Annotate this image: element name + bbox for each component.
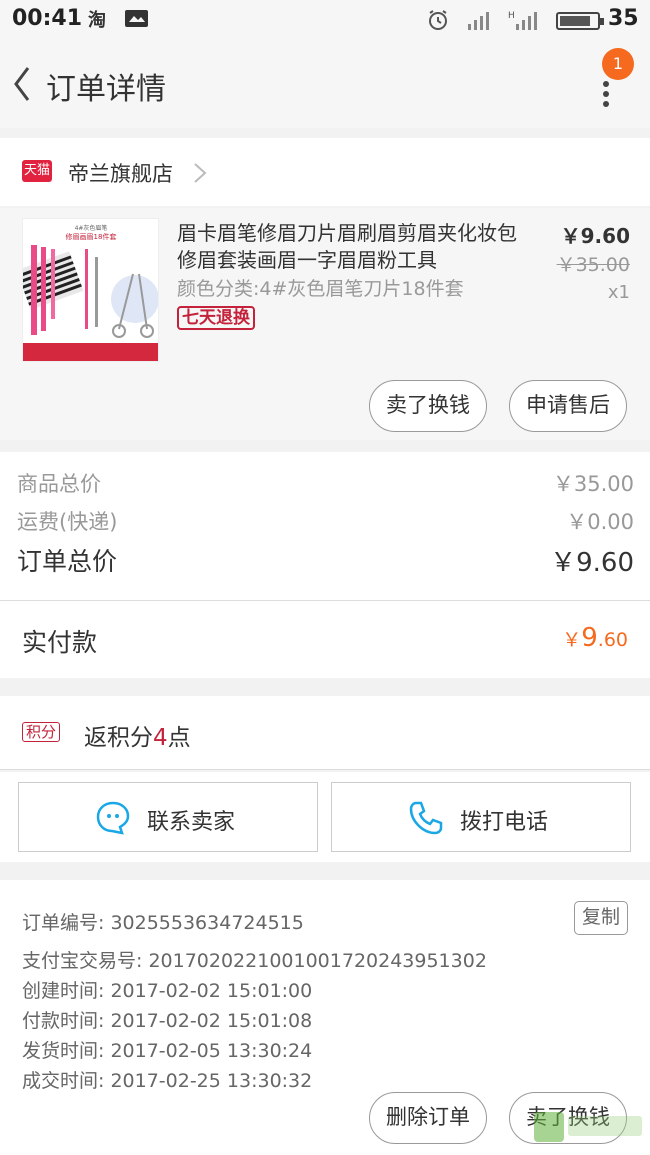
thumb-caption-main: 修眉画眉18件套 bbox=[66, 232, 117, 241]
product-price: ￥9.60 bbox=[560, 224, 630, 248]
order-totals: 商品总价 ￥35.00 运费(快递) ￥0.00 订单总价 ￥9.60 bbox=[0, 452, 650, 600]
goods-total-label: 商品总价 bbox=[17, 472, 101, 496]
message-notification-icon bbox=[124, 8, 150, 35]
contact-row: 联系卖家 拨打电话 bbox=[0, 772, 650, 862]
after-sale-button[interactable]: 申请售后 bbox=[509, 380, 627, 432]
paid-label: 实付款 bbox=[22, 628, 98, 657]
completed-time: 成交时间: 2017-02-25 13:30:32 bbox=[22, 1070, 313, 1092]
points-value: 4 bbox=[153, 725, 168, 751]
order-total-value: ￥9.60 bbox=[550, 548, 634, 578]
paid-amount: ￥9.60 bbox=[562, 623, 628, 653]
contact-seller-label: 联系卖家 bbox=[147, 810, 236, 835]
points-text: 返积分4点 bbox=[84, 718, 191, 752]
shop-name[interactable]: 帝兰旗舰店 bbox=[68, 158, 173, 188]
svg-text:H: H bbox=[508, 11, 515, 21]
product-spec: 颜色分类:4#灰色眉笔刀片18件套 bbox=[177, 278, 464, 300]
delete-order-button[interactable]: 删除订单 bbox=[369, 1092, 487, 1144]
chat-bubble-icon bbox=[95, 800, 131, 836]
paid-integer: 9 bbox=[581, 623, 598, 653]
svg-text:淘: 淘 bbox=[88, 9, 106, 30]
order-total-label: 订单总价 bbox=[17, 547, 118, 576]
order-info: 订单编号: 3025553634724515 复制 支付宝交易号: 201702… bbox=[0, 880, 650, 1092]
paid-time: 付款时间: 2017-02-02 15:01:08 bbox=[22, 1010, 313, 1032]
points-prefix: 返积分 bbox=[84, 725, 153, 751]
status-time: 00:41 bbox=[12, 6, 83, 31]
notification-badge: 1 bbox=[602, 48, 634, 80]
paid-currency: ￥ bbox=[562, 629, 582, 651]
seven-day-return-tag: 七天退换 bbox=[177, 306, 255, 330]
page-title: 订单详情 bbox=[46, 72, 166, 107]
product-quantity: x1 bbox=[607, 282, 630, 303]
product-original-price: ￥35.00 bbox=[556, 254, 630, 276]
signal-h-icon: H bbox=[508, 8, 548, 37]
shipping-label: 运费(快递) bbox=[17, 510, 118, 534]
sell-for-cash-button[interactable]: 卖了换钱 bbox=[369, 380, 487, 432]
product-item[interactable]: 4#灰色眉笔 修眉画眉18件套 眉卡眉笔修眉刀片眉刷眉剪眉夹化妆包修眉套装画眉一… bbox=[0, 208, 650, 440]
alipay-number: 支付宝交易号: 2017020221001001720243951302 bbox=[22, 950, 487, 972]
shop-row[interactable]: 天猫 帝兰旗舰店 bbox=[0, 138, 650, 206]
taobao-notification-icon: 淘 bbox=[88, 8, 112, 35]
product-title[interactable]: 眉卡眉笔修眉刀片眉刷眉剪眉夹化妆包修眉套装画眉一字眉眉粉工具 bbox=[177, 220, 517, 274]
goods-total-value: ￥35.00 bbox=[552, 472, 634, 496]
contact-seller-button[interactable]: 联系卖家 bbox=[18, 782, 318, 852]
shipped-time: 发货时间: 2017-02-05 13:30:24 bbox=[22, 1040, 313, 1062]
call-phone-label: 拨打电话 bbox=[460, 810, 549, 835]
battery-level: 35 bbox=[608, 6, 639, 31]
watermark-logo bbox=[532, 1108, 646, 1148]
battery-icon bbox=[556, 12, 604, 30]
created-time: 创建时间: 2017-02-02 15:01:00 bbox=[22, 980, 313, 1002]
order-number: 订单编号: 3025553634724515 bbox=[22, 912, 304, 934]
product-thumbnail[interactable]: 4#灰色眉笔 修眉画眉18件套 bbox=[22, 218, 159, 362]
points-row: 积分 返积分4点 bbox=[0, 696, 650, 770]
header: 订单详情 1 bbox=[0, 40, 650, 128]
points-icon: 积分 bbox=[22, 722, 61, 742]
paid-amount-row: 实付款 ￥9.60 bbox=[0, 600, 650, 678]
call-phone-button[interactable]: 拨打电话 bbox=[331, 782, 631, 852]
signal-icon bbox=[466, 8, 500, 37]
points-suffix: 点 bbox=[167, 725, 191, 751]
tmall-logo-icon: 天猫 bbox=[22, 160, 52, 182]
paid-decimal: .60 bbox=[597, 629, 628, 651]
shipping-value: ￥0.00 bbox=[566, 510, 634, 534]
phone-icon bbox=[408, 800, 444, 836]
thumb-caption-top: 4#灰色眉笔 bbox=[75, 224, 108, 232]
status-bar: 00:41 淘 H 35 bbox=[0, 0, 650, 40]
copy-button[interactable]: 复制 bbox=[574, 901, 628, 935]
back-arrow-icon[interactable] bbox=[10, 62, 50, 106]
chevron-right-icon bbox=[192, 162, 208, 183]
alarm-icon bbox=[426, 8, 450, 37]
